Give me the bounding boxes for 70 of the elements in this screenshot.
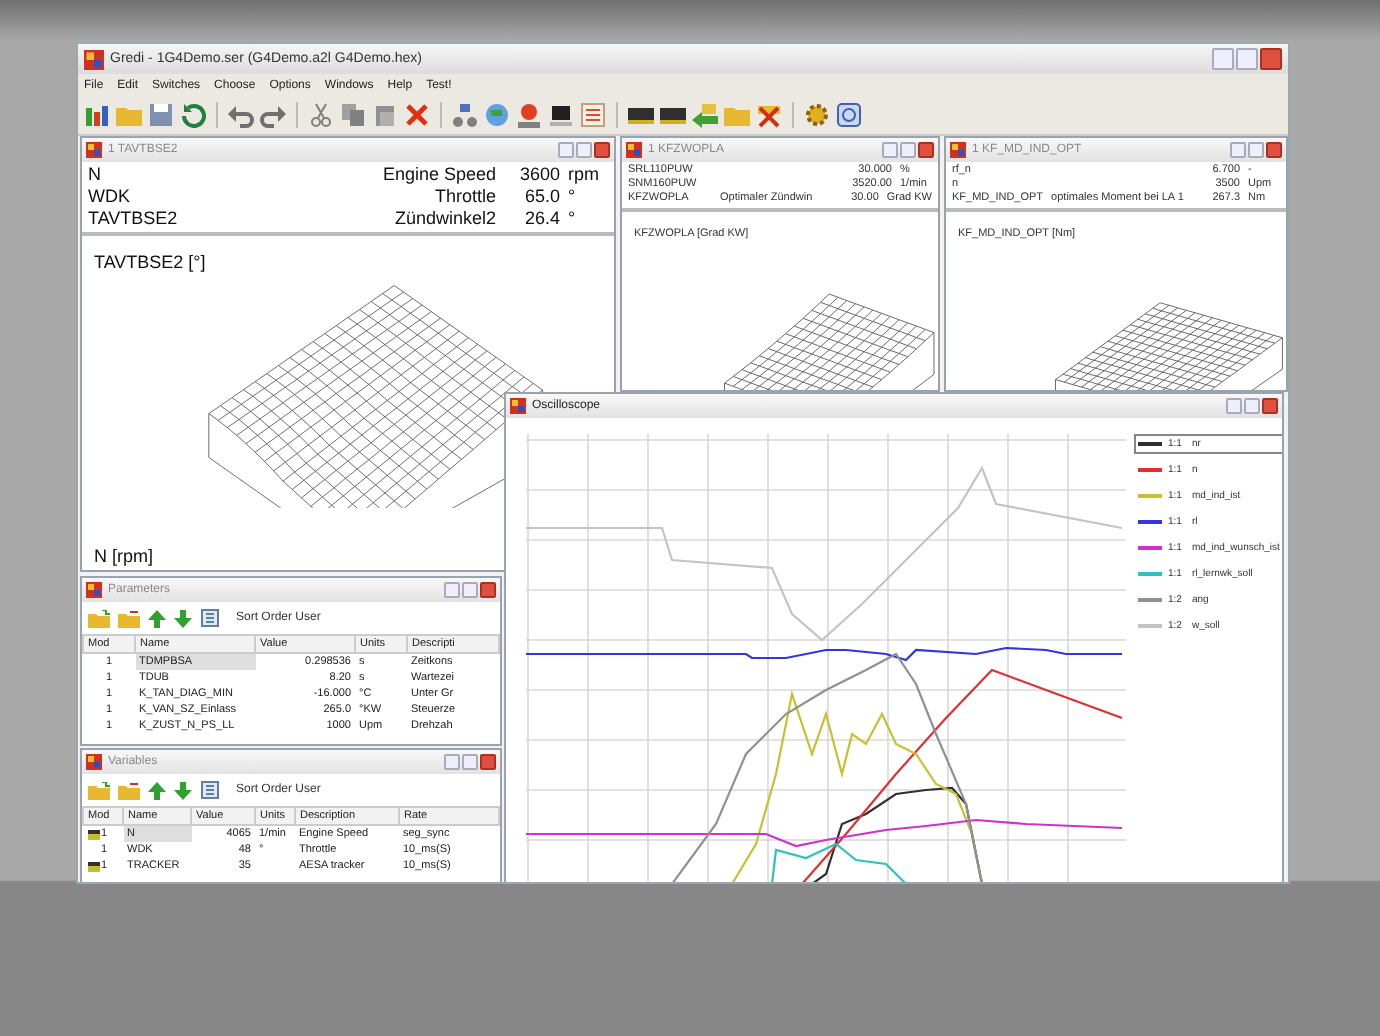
variable-description: Throttle (432, 186, 496, 208)
gear-icon[interactable] (804, 102, 830, 128)
copy-icon[interactable] (340, 102, 366, 128)
sort-icon[interactable] (200, 780, 220, 800)
chip-icon[interactable] (548, 102, 574, 128)
folder-icon[interactable] (88, 781, 110, 799)
minimize-button[interactable] (882, 142, 898, 158)
refresh-icon[interactable] (180, 102, 206, 128)
variable-value: 65.0 (522, 186, 560, 208)
close-button[interactable] (1266, 142, 1282, 158)
maximize-button[interactable] (1244, 398, 1260, 414)
minimize-button[interactable] (1230, 142, 1246, 158)
app-icon (510, 398, 526, 414)
minimize-button[interactable] (444, 582, 460, 598)
x-mark-icon[interactable] (756, 102, 782, 128)
app-icon (86, 582, 102, 598)
variable-value: 3600 (517, 164, 560, 186)
axis-label: N [rpm] (94, 546, 156, 566)
up-arrow-icon[interactable] (148, 609, 166, 627)
close-button[interactable] (918, 142, 934, 158)
plot-title: TAVTBSE2 [°] (94, 252, 208, 272)
variable-unit: rpm (568, 164, 601, 186)
maximize-button[interactable] (1248, 142, 1264, 158)
module-icon[interactable] (628, 102, 654, 128)
delete-icon[interactable] (404, 102, 430, 128)
undo-icon[interactable] (228, 102, 254, 128)
variable-description: Engine Speed (380, 164, 496, 186)
help-icon[interactable] (836, 102, 862, 128)
variable-name: N (88, 164, 101, 186)
folder-icon[interactable] (118, 781, 140, 799)
close-button[interactable] (594, 142, 610, 158)
app-icon (950, 142, 966, 158)
module-icon[interactable] (660, 102, 686, 128)
close-button[interactable] (1262, 398, 1278, 414)
folder-icon[interactable] (88, 609, 110, 627)
folder-icon[interactable] (118, 609, 140, 627)
list-icon[interactable] (580, 102, 606, 128)
close-button[interactable] (480, 754, 496, 770)
variable-description: Zündwinkel2 (392, 208, 496, 230)
paste-icon[interactable] (372, 102, 398, 128)
down-arrow-icon[interactable] (174, 609, 192, 627)
variable-unit: ° (568, 186, 578, 208)
minimize-button[interactable] (1226, 398, 1242, 414)
app-icon (86, 142, 102, 158)
variable-name: WDK (88, 186, 130, 208)
globe-icon[interactable] (484, 102, 510, 128)
app-icon (84, 49, 104, 69)
maximize-button[interactable] (462, 582, 478, 598)
circle-icon[interactable] (516, 102, 542, 128)
scissors-icon[interactable] (308, 102, 334, 128)
tree-icon[interactable] (452, 102, 478, 128)
maximize-button[interactable] (576, 142, 592, 158)
variable-name: TAVTBSE2 (88, 208, 178, 230)
app-icon (626, 142, 642, 158)
up-arrow-icon[interactable] (148, 781, 166, 799)
redo-icon[interactable] (260, 102, 286, 128)
sort-icon[interactable] (200, 608, 220, 628)
down-arrow-icon[interactable] (174, 781, 192, 799)
bars-icon[interactable] (84, 102, 110, 128)
app-icon (86, 754, 102, 770)
minimize-button[interactable] (558, 142, 574, 158)
close-button[interactable] (1260, 48, 1282, 70)
minimize-button[interactable] (1212, 48, 1234, 70)
maximize-button[interactable] (1236, 48, 1258, 70)
minimize-button[interactable] (444, 754, 460, 770)
variable-unit: ° (568, 208, 578, 230)
variable-value: 26.4 (522, 208, 560, 230)
close-button[interactable] (480, 582, 496, 598)
maximize-button[interactable] (462, 754, 478, 770)
maximize-button[interactable] (900, 142, 916, 158)
